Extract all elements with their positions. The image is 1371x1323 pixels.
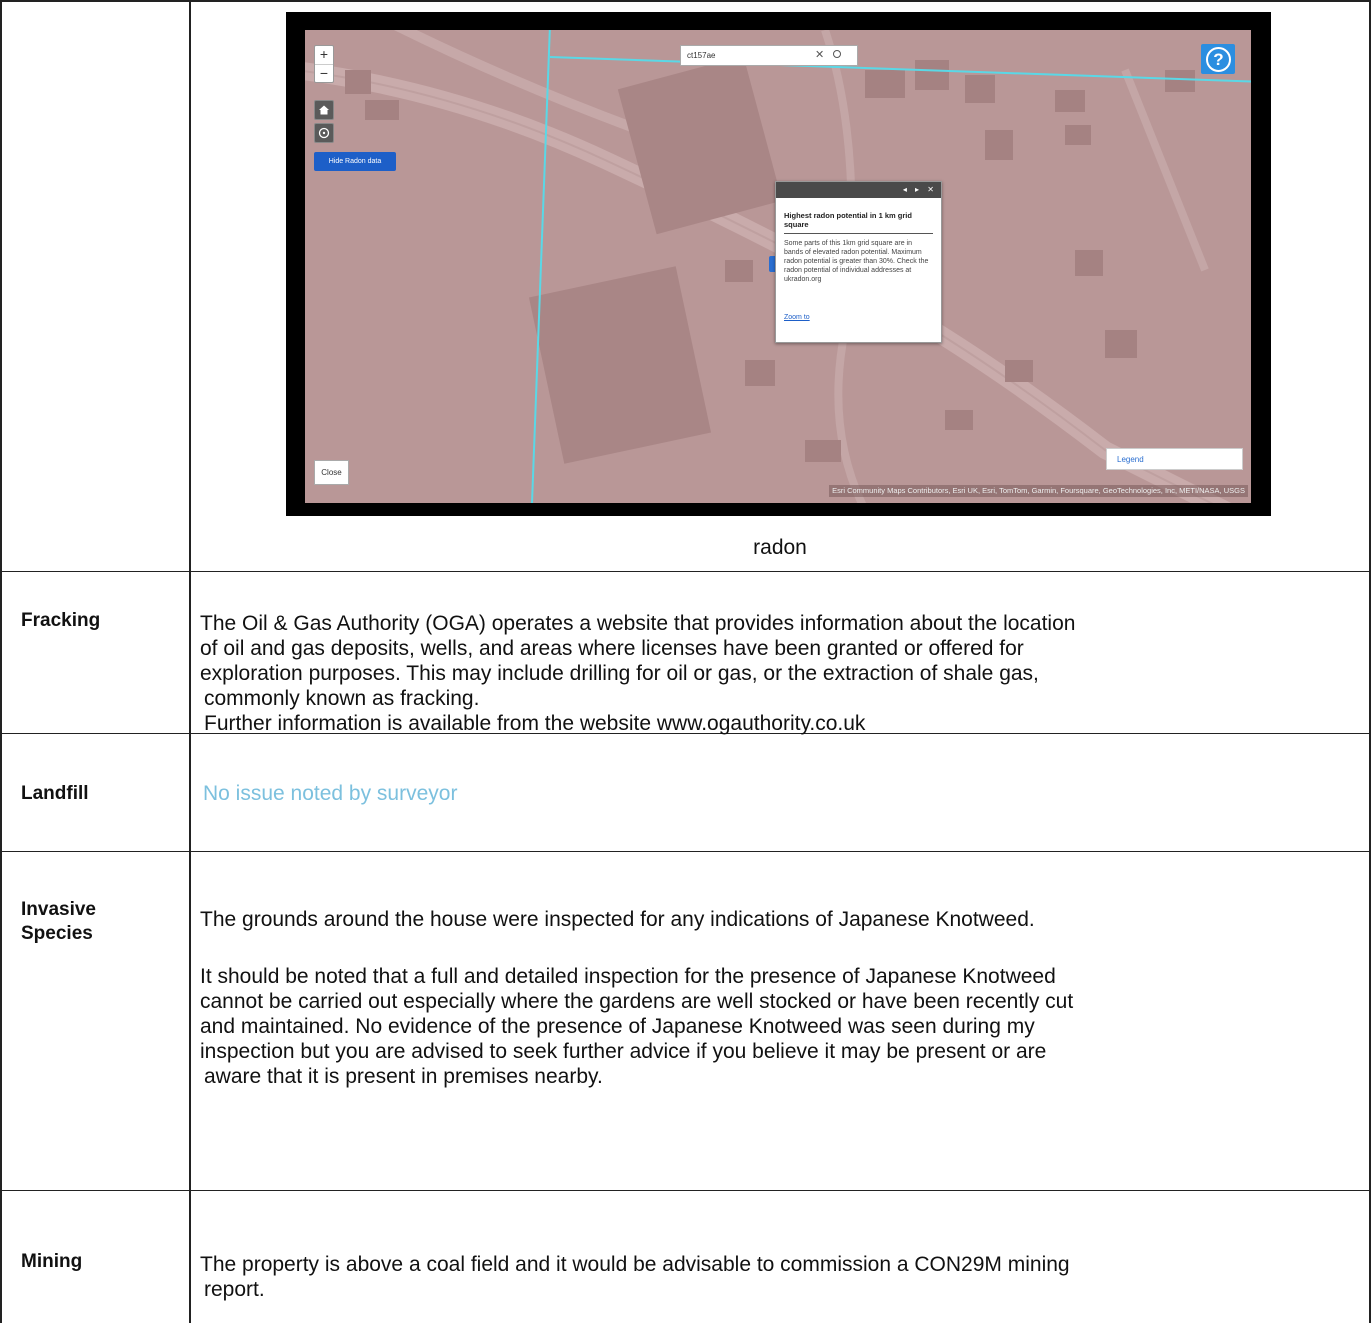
popup-title: Highest radon potential in 1 km grid squ…: [784, 211, 933, 234]
fracking-text: The Oil & Gas Authority (OGA) operates a…: [200, 611, 1360, 736]
popup-text: Some parts of this 1km grid square are i…: [784, 240, 929, 283]
text-line: The Oil & Gas Authority (OGA) operates a…: [200, 612, 1076, 635]
search-value: ct157ae: [687, 51, 716, 60]
text-line: aware that it is present in premises nea…: [204, 1065, 603, 1088]
help-button[interactable]: ?: [1201, 44, 1235, 74]
text-line: report.: [204, 1278, 265, 1301]
locate-button[interactable]: [314, 123, 334, 143]
row-label-mining: Mining: [21, 1251, 83, 1272]
table-border-left: [0, 0, 2, 1323]
clear-search-icon[interactable]: ✕: [815, 46, 824, 65]
radon-map[interactable]: + − Hide Radon data ct157ae ✕ ? ◂ ▸ ✕ Hi: [305, 30, 1251, 503]
mining-text: The property is above a coal field and i…: [200, 1252, 1360, 1302]
invasive-species-text: The grounds around the house were inspec…: [200, 907, 1360, 1089]
map-search-input[interactable]: ct157ae ✕: [680, 45, 858, 66]
row-label-landfill: Landfill: [21, 783, 89, 804]
map-screenshot: + − Hide Radon data ct157ae ✕ ? ◂ ▸ ✕ Hi: [286, 12, 1271, 516]
zoom-control: + −: [314, 45, 334, 83]
search-icon[interactable]: [833, 50, 841, 58]
close-map-button[interactable]: Close: [314, 460, 349, 485]
row-divider: [0, 851, 1371, 852]
home-icon: [319, 105, 329, 115]
home-button[interactable]: [314, 100, 334, 120]
help-icon: ?: [1206, 47, 1231, 72]
table-border-top: [0, 0, 1371, 2]
text-line: and maintained. No evidence of the prese…: [200, 1015, 1035, 1038]
row-label-invasive-species: Invasive Species: [21, 898, 96, 946]
label-line: Species: [21, 923, 93, 944]
zoom-to-link[interactable]: Zoom to: [784, 314, 810, 321]
zoom-out-button[interactable]: −: [315, 65, 333, 83]
popup-nav-controls[interactable]: ◂ ▸ ✕: [776, 182, 941, 198]
text-line: of oil and gas deposits, wells, and area…: [200, 637, 1024, 660]
text-line: inspection but you are advised to seek f…: [200, 1040, 1047, 1063]
map-caption: radon: [753, 536, 807, 559]
hide-radon-button[interactable]: Hide Radon data: [314, 152, 396, 171]
text-line: It should be noted that a full and detai…: [200, 965, 1056, 988]
locate-icon: [318, 127, 330, 139]
row-divider: [0, 571, 1371, 572]
text-line: commonly known as fracking.: [204, 687, 480, 710]
text-line: exploration purposes. This may include d…: [200, 662, 1039, 685]
text-line: Further information is available from th…: [204, 712, 866, 735]
legend-button[interactable]: Legend: [1106, 448, 1243, 470]
row-divider: [0, 1190, 1371, 1191]
text-line: cannot be carried out especially where t…: [200, 990, 1074, 1013]
paragraph: The grounds around the house were inspec…: [200, 908, 1035, 931]
zoom-in-button[interactable]: +: [315, 46, 333, 65]
column-divider: [189, 0, 191, 1323]
landfill-text: No issue noted by surveyor: [203, 782, 458, 805]
row-label-fracking: Fracking: [21, 610, 101, 631]
label-line: Invasive: [21, 899, 96, 920]
radon-popup: ◂ ▸ ✕ Highest radon potential in 1 km gr…: [775, 181, 942, 343]
map-attribution: Esri Community Maps Contributors, Esri U…: [829, 485, 1248, 497]
text-line: The property is above a coal field and i…: [200, 1253, 1070, 1276]
